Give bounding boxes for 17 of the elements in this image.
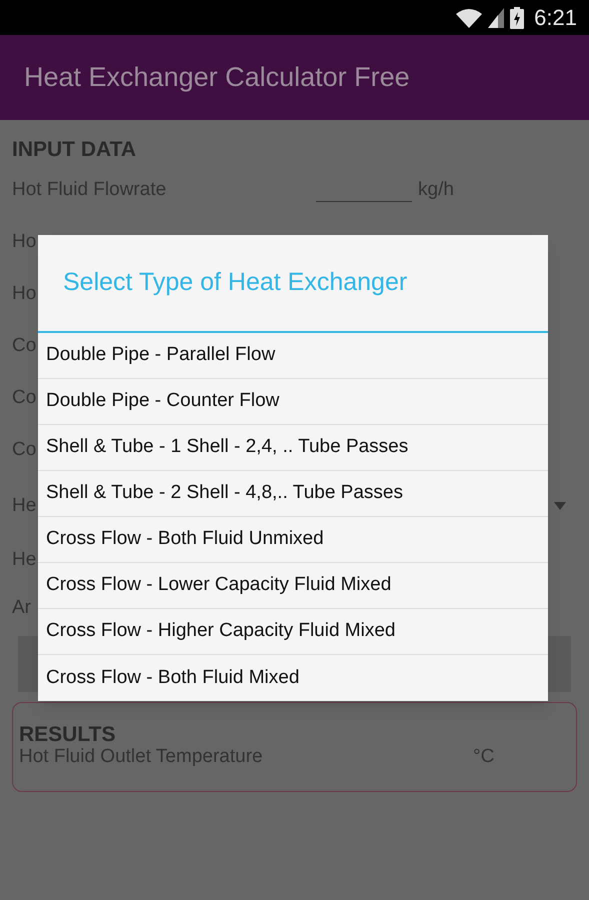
dialog-title: Select Type of Heat Exchanger	[38, 235, 548, 333]
wifi-icon	[456, 8, 482, 28]
dialog-option[interactable]: Cross Flow - Both Fluid Unmixed	[38, 517, 548, 563]
app-title: Heat Exchanger Calculator Free	[24, 61, 410, 94]
dialog-option[interactable]: Cross Flow - Higher Capacity Fluid Mixed	[38, 609, 548, 655]
dialog-option[interactable]: Shell & Tube - 2 Shell - 4,8,.. Tube Passes	[38, 471, 548, 517]
dropdown-arrow-icon[interactable]	[554, 502, 566, 510]
dialog-option[interactable]: Cross Flow - Lower Capacity Fluid Mixed	[38, 563, 548, 609]
signal-icon	[488, 8, 504, 28]
dialog-option[interactable]: Shell & Tube - 1 Shell - 2,4, .. Tube Passes	[38, 425, 548, 471]
dialog-option[interactable]: Cross Flow - Both Fluid Mixed	[38, 655, 548, 701]
section-heading: RESULTS	[19, 722, 116, 745]
status-time: 6:21	[534, 4, 577, 32]
dialog-option[interactable]: Double Pipe - Parallel Flow	[38, 333, 548, 379]
battery-icon	[510, 6, 524, 28]
dialog-option[interactable]: Double Pipe - Counter Flow	[38, 379, 548, 425]
section-heading: INPUT DATA	[12, 137, 138, 163]
